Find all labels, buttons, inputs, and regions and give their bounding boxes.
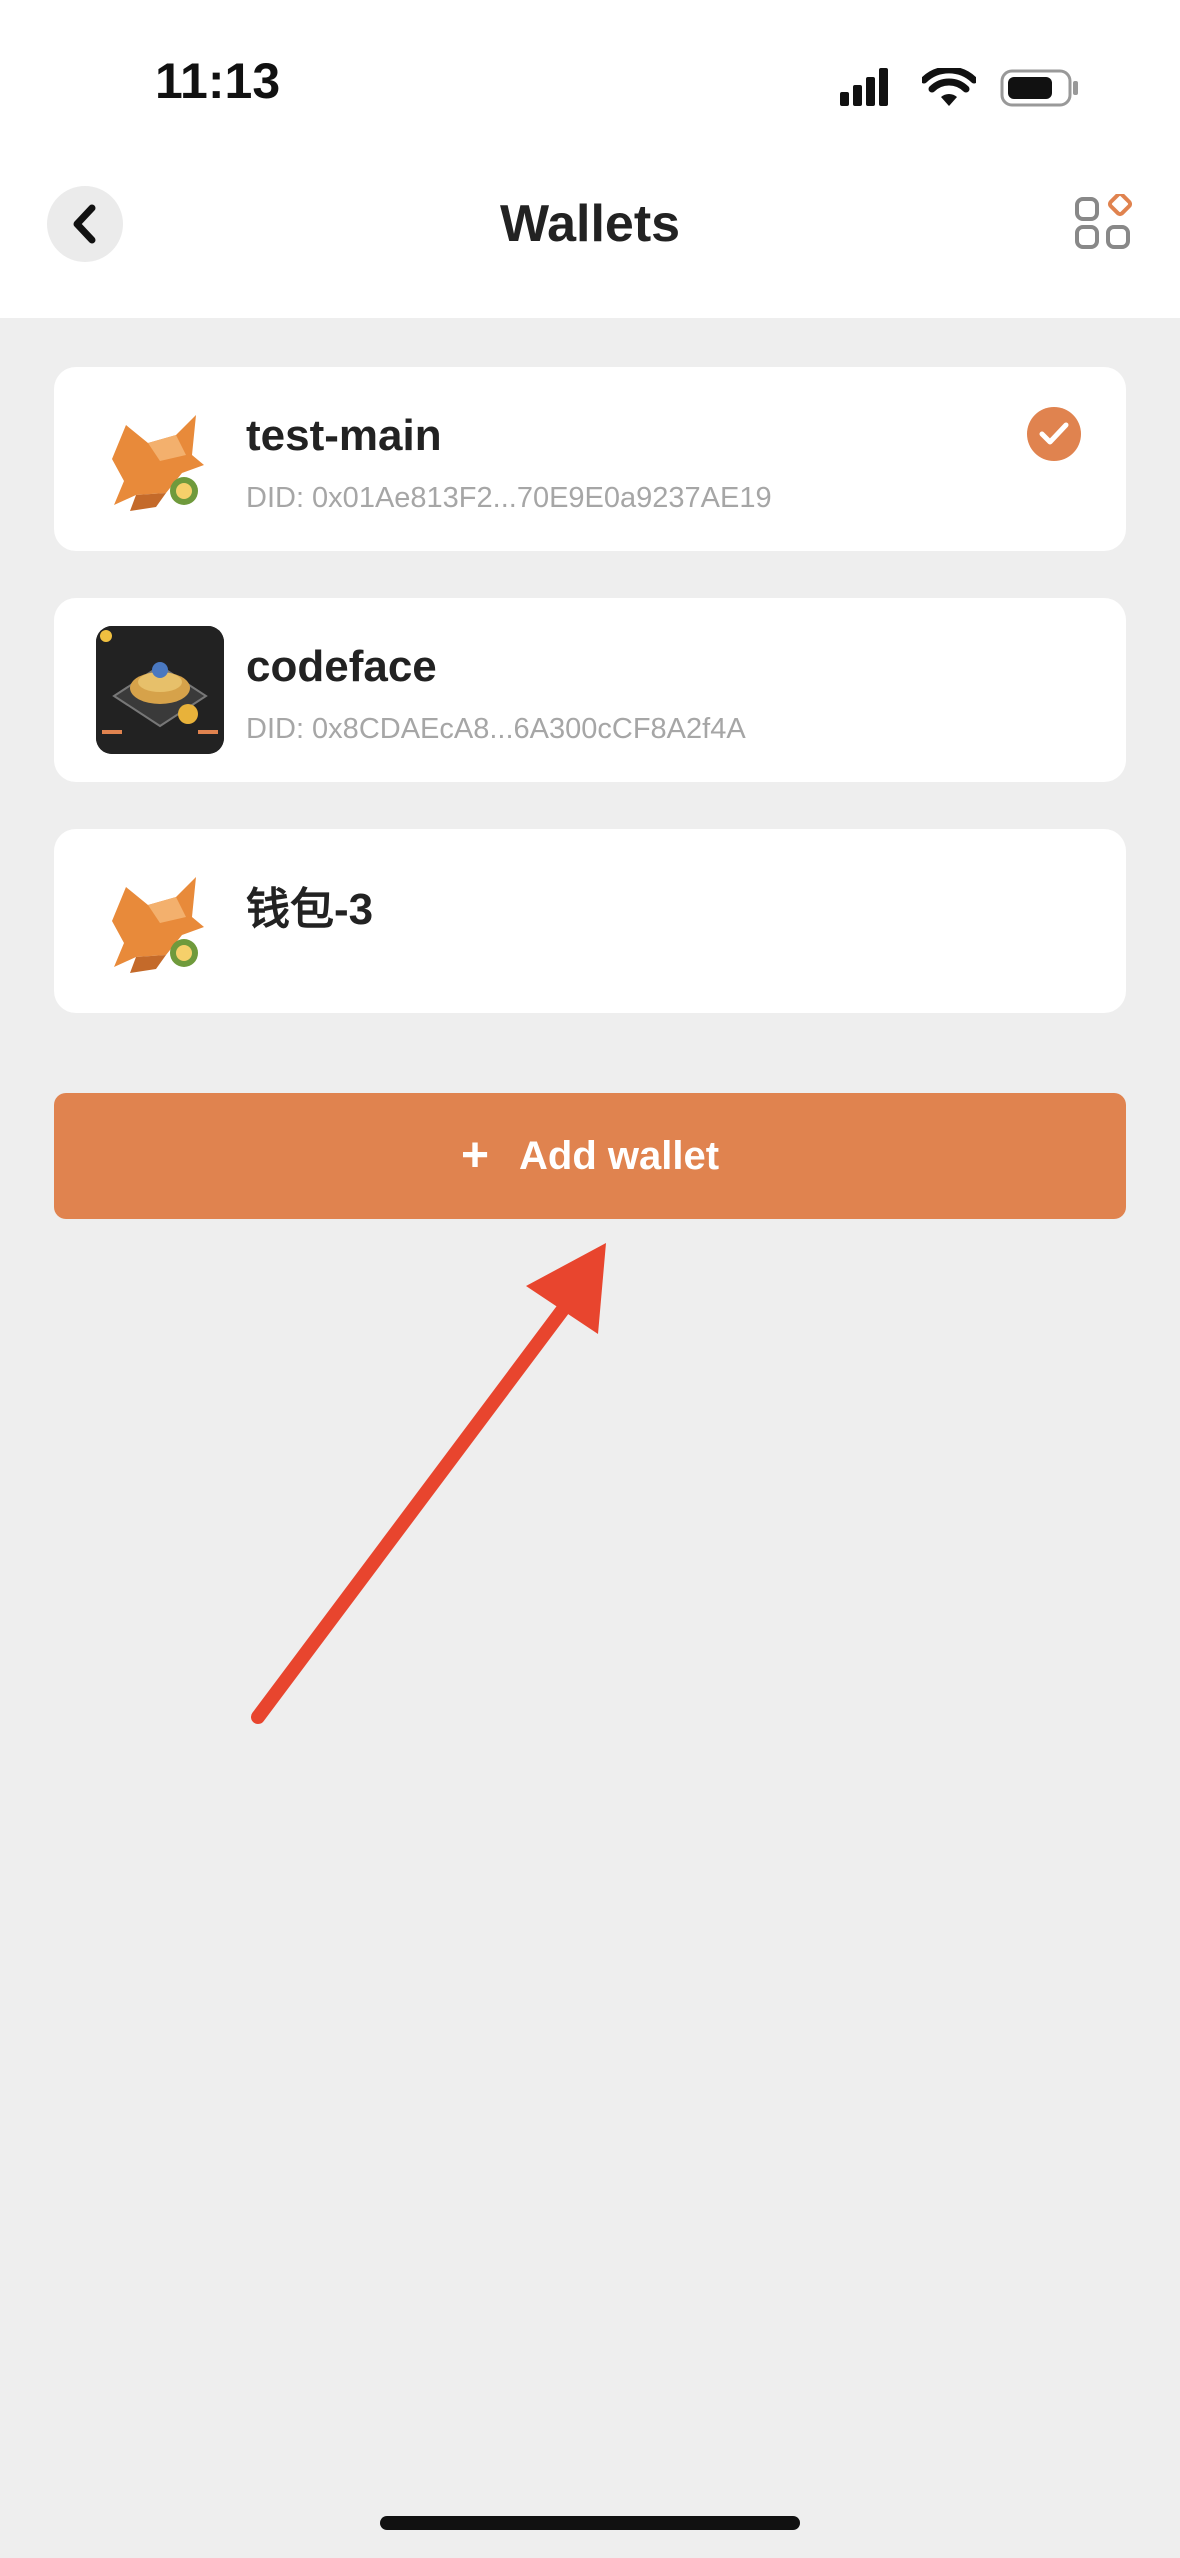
cellular-signal-icon — [840, 68, 888, 106]
wallet-name: test-main — [246, 411, 442, 460]
status-icons — [840, 66, 1080, 110]
wallet-did: DID: 0x8CDAEcA8...6A300cCF8A2f4A — [246, 713, 746, 745]
wallet-name: codeface — [246, 642, 437, 691]
status-time: 11:13 — [155, 53, 281, 109]
wallet-name: 钱包-3 — [246, 885, 374, 934]
apps-grid-icon[interactable] — [1074, 194, 1132, 252]
plus-icon: + — [460, 1129, 489, 1182]
fox-logo-icon — [96, 857, 224, 985]
navigation-bar: Wallets — [0, 150, 1180, 318]
wifi-icon — [922, 68, 976, 106]
wallet-card-wallet-3[interactable]: 钱包-3 — [54, 829, 1126, 1013]
wallet-card-codeface[interactable]: codeface DID: 0x8CDAEcA8...6A300cCF8A2f4… — [54, 598, 1126, 782]
page-title: Wallets — [499, 195, 681, 253]
battery-icon — [1000, 69, 1078, 107]
wallet-card-test-main[interactable]: test-main DID: 0x01Ae813F2...70E9E0a9237… — [54, 367, 1126, 551]
fox-logo-icon — [96, 395, 224, 523]
status-bar: 11:13 — [0, 0, 1180, 150]
home-indicator[interactable] — [380, 2516, 800, 2530]
nft-avatar-image — [96, 626, 224, 754]
selected-check-icon — [1027, 407, 1081, 461]
wallet-did: DID: 0x01Ae813F2...70E9E0a9237AE19 — [246, 482, 772, 514]
add-wallet-button[interactable]: + Add wallet — [54, 1093, 1126, 1219]
add-wallet-label: Add wallet — [519, 1133, 720, 1178]
